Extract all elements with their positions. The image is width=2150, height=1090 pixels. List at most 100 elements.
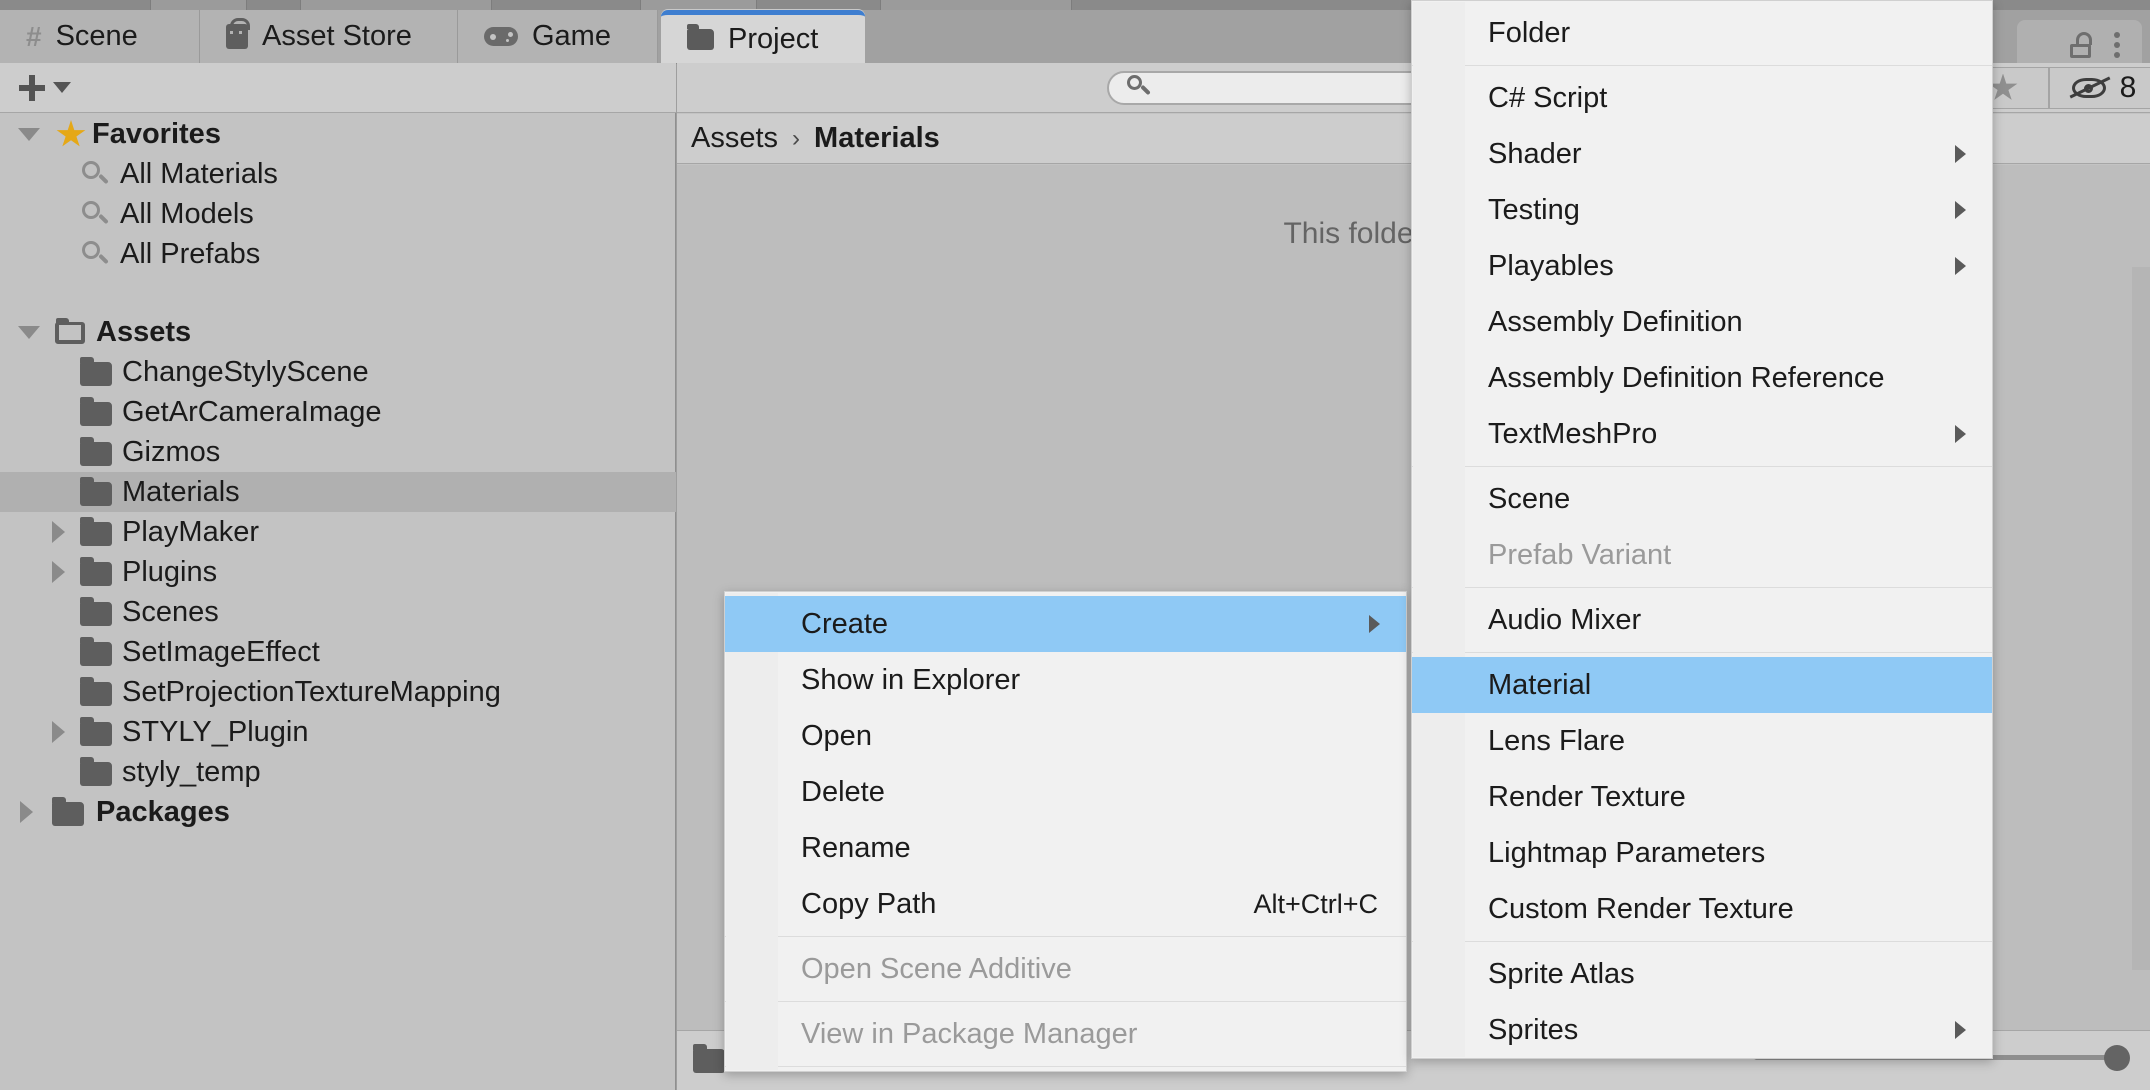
submenu-separator <box>1412 652 1992 653</box>
context-menu-item-rename[interactable]: Rename <box>725 820 1406 876</box>
submenu-item-sprite-atlas[interactable]: Sprite Atlas <box>1412 946 1992 1002</box>
context-menu-item-create[interactable]: Create <box>725 596 1406 652</box>
submenu-label: Testing <box>1488 193 1580 226</box>
chevron-right-icon[interactable] <box>52 521 65 543</box>
tree-item-styly-temp[interactable]: styly_temp <box>0 752 676 792</box>
add-asset-button[interactable] <box>18 74 71 102</box>
tab-scene[interactable]: # Scene <box>0 10 200 63</box>
tree-item-all-materials[interactable]: All Materials <box>0 154 676 194</box>
tree-item-label: All Models <box>120 197 254 230</box>
shopping-bag-icon <box>226 18 250 49</box>
vertical-scrollbar[interactable] <box>2132 267 2150 970</box>
submenu-label: Lens Flare <box>1488 724 1626 757</box>
tree-item-all-prefabs[interactable]: All Prefabs <box>0 234 676 274</box>
tree-item-label: Gizmos <box>122 435 221 468</box>
submenu-item-lens-flare[interactable]: Lens Flare <box>1412 713 1992 769</box>
submenu-separator <box>1412 466 1992 467</box>
context-menu-item-delete[interactable]: Delete <box>725 764 1406 820</box>
submenu-separator <box>1412 587 1992 588</box>
search-icon <box>1127 75 1153 101</box>
context-menu-shortcut: Alt+Ctrl+C <box>1253 888 1378 919</box>
tree-item-assets[interactable]: Assets <box>0 312 676 352</box>
kebab-menu-icon[interactable] <box>2114 32 2120 58</box>
folder-icon <box>80 557 112 586</box>
context-menu-label: Open Scene Additive <box>801 952 1072 985</box>
chevron-right-icon: › <box>792 124 801 152</box>
tab-asset-store-label: Asset Store <box>262 20 412 52</box>
tree-item-gizmos[interactable]: Gizmos <box>0 432 676 472</box>
submenu-item-shader[interactable]: Shader <box>1412 126 1992 182</box>
plus-icon <box>18 74 46 102</box>
tree-item-plugins[interactable]: Plugins <box>0 552 676 592</box>
chevron-right-icon[interactable] <box>20 801 33 823</box>
chevron-down-icon[interactable] <box>18 128 40 141</box>
search-icon <box>82 241 108 267</box>
submenu-item-sprites[interactable]: Sprites <box>1412 1002 1992 1058</box>
folder-icon <box>80 677 112 706</box>
context-menu-separator <box>725 936 1406 937</box>
zoom-slider-knob[interactable] <box>2104 1045 2130 1071</box>
submenu-item-audio-mixer[interactable]: Audio Mixer <box>1412 592 1992 648</box>
tree-item-label: Materials <box>122 475 240 508</box>
submenu-label: Audio Mixer <box>1488 603 1642 636</box>
chevron-right-icon[interactable] <box>52 561 65 583</box>
folder-icon <box>693 1043 725 1073</box>
tree-item-materials[interactable]: Materials <box>0 472 676 512</box>
tree-item-playmaker[interactable]: PlayMaker <box>0 512 676 552</box>
tree-item-label: styly_temp <box>122 755 261 788</box>
tab-game[interactable]: Game <box>458 10 658 63</box>
chevron-down-icon <box>53 82 71 93</box>
context-menu-label: Copy Path <box>801 887 937 920</box>
submenu-label: Shader <box>1488 137 1582 170</box>
asset-tree: Favorites All Materials All Models All P… <box>0 114 676 832</box>
breadcrumb-current[interactable]: Materials <box>814 122 940 155</box>
lock-icon[interactable] <box>2070 32 2092 58</box>
submenu-item-textmeshpro[interactable]: TextMeshPro <box>1412 406 1992 462</box>
breadcrumb-assets[interactable]: Assets <box>691 122 778 155</box>
folder-icon <box>80 397 112 426</box>
submenu-item-folder[interactable]: Folder <box>1412 5 1992 61</box>
submenu-label: Sprite Atlas <box>1488 957 1635 990</box>
context-menu-item-copy-path[interactable]: Copy Path Alt+Ctrl+C <box>725 876 1406 932</box>
tree-item-getarcameraimage[interactable]: GetArCameraImage <box>0 392 676 432</box>
submenu-item-material[interactable]: Material <box>1412 657 1992 713</box>
search-icon <box>82 161 108 187</box>
context-menu-item-open[interactable]: Open <box>725 708 1406 764</box>
tree-item-label: Favorites <box>92 117 221 150</box>
context-menu-item-show-in-explorer[interactable]: Show in Explorer <box>725 652 1406 708</box>
submenu-item-scene[interactable]: Scene <box>1412 471 1992 527</box>
submenu-item-assembly-definition[interactable]: Assembly Definition <box>1412 294 1992 350</box>
tab-project-label: Project <box>728 22 819 55</box>
submenu-item-playables[interactable]: Playables <box>1412 238 1992 294</box>
tree-item-packages[interactable]: Packages <box>0 792 676 832</box>
submenu-label: Prefab Variant <box>1488 538 1672 571</box>
tab-asset-store[interactable]: Asset Store <box>200 10 458 63</box>
submenu-label: TextMeshPro <box>1488 417 1658 450</box>
chevron-down-icon[interactable] <box>18 326 40 339</box>
chevron-right-icon <box>1955 425 1966 443</box>
submenu-item-assembly-definition-reference[interactable]: Assembly Definition Reference <box>1412 350 1992 406</box>
context-menu-separator <box>725 1066 1406 1067</box>
tree-item-styly-plugin[interactable]: STYLY_Plugin <box>0 712 676 752</box>
tree-item-favorites[interactable]: Favorites <box>0 114 676 154</box>
submenu-item-lightmap-parameters[interactable]: Lightmap Parameters <box>1412 825 1992 881</box>
hidden-assets-button[interactable]: 8 <box>2049 67 2150 109</box>
tree-item-all-models[interactable]: All Models <box>0 194 676 234</box>
submenu-item-render-texture[interactable]: Render Texture <box>1412 769 1992 825</box>
tree-item-setimageeffect[interactable]: SetImageEffect <box>0 632 676 672</box>
chevron-right-icon[interactable] <box>52 721 65 743</box>
tree-item-setprojectiontexturemapping[interactable]: SetProjectionTextureMapping <box>0 672 676 712</box>
tree-item-changestylyscene[interactable]: ChangeStylyScene <box>0 352 676 392</box>
tree-item-label: SetProjectionTextureMapping <box>122 675 501 708</box>
folder-icon <box>80 637 112 666</box>
tree-item-label: All Materials <box>120 157 278 190</box>
folder-icon <box>80 517 112 546</box>
folder-icon <box>80 477 112 506</box>
tab-project[interactable]: Project <box>661 10 865 63</box>
submenu-label: C# Script <box>1488 81 1608 114</box>
tree-item-scenes[interactable]: Scenes <box>0 592 676 632</box>
submenu-item-csharp-script[interactable]: C# Script <box>1412 70 1992 126</box>
submenu-item-testing[interactable]: Testing <box>1412 182 1992 238</box>
submenu-item-custom-render-texture[interactable]: Custom Render Texture <box>1412 881 1992 937</box>
